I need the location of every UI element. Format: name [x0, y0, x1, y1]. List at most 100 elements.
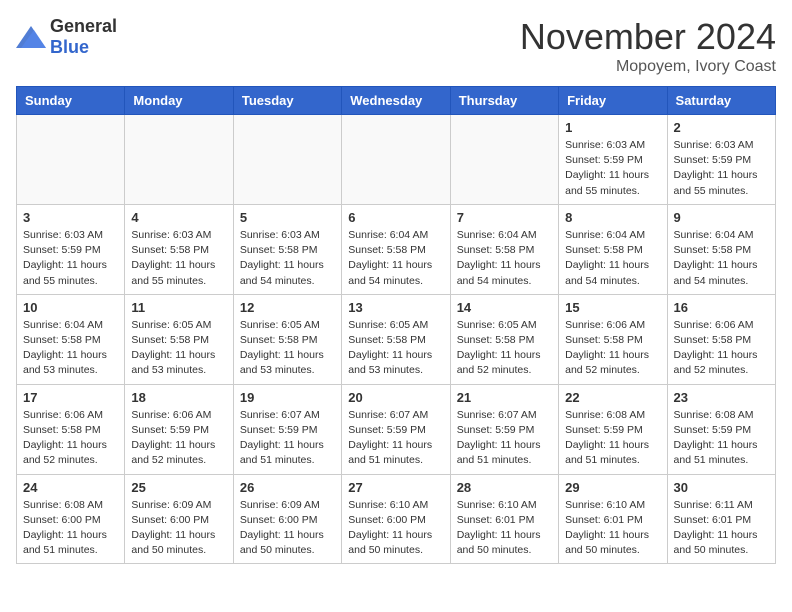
day-number: 23 — [674, 390, 769, 405]
day-number: 5 — [240, 210, 335, 225]
header-day-friday: Friday — [559, 87, 667, 115]
day-info: Sunrise: 6:04 AMSunset: 5:58 PMDaylight:… — [565, 228, 660, 289]
header-day-saturday: Saturday — [667, 87, 775, 115]
calendar-cell: 8 Sunrise: 6:04 AMSunset: 5:58 PMDaylight… — [559, 204, 667, 294]
calendar-cell: 28 Sunrise: 6:10 AMSunset: 6:01 PMDayligh… — [450, 474, 558, 564]
day-info: Sunrise: 6:07 AMSunset: 5:59 PMDaylight:… — [348, 408, 443, 469]
calendar-cell: 26Sunrise: 6:09 AMSunset: 6:00 PMDayligh… — [233, 474, 341, 564]
day-info: Sunrise: 6:07 AMSunset: 5:59 PMDaylight:… — [240, 408, 335, 469]
calendar-cell: 18 Sunrise: 6:06 AMSunset: 5:59 PMDayligh… — [125, 384, 233, 474]
day-info: Sunrise: 6:07 AMSunset: 5:59 PMDaylight:… — [457, 408, 552, 469]
week-row-4: 17Sunrise: 6:06 AMSunset: 5:58 PMDayligh… — [17, 384, 776, 474]
header-day-tuesday: Tuesday — [233, 87, 341, 115]
week-row-2: 3 Sunrise: 6:03 AMSunset: 5:59 PMDaylight… — [17, 204, 776, 294]
day-number: 14 — [457, 300, 552, 315]
day-info: Sunrise: 6:10 AMSunset: 6:01 PMDaylight:… — [565, 498, 660, 559]
calendar-cell — [17, 115, 125, 205]
day-info: Sunrise: 6:06 AMSunset: 5:59 PMDaylight:… — [131, 408, 226, 469]
day-number: 17 — [23, 390, 118, 405]
calendar-cell: 23 Sunrise: 6:08 AMSunset: 5:59 PMDayligh… — [667, 384, 775, 474]
week-row-1: 1 Sunrise: 6:03 AMSunset: 5:59 PMDaylight… — [17, 115, 776, 205]
day-info: Sunrise: 6:10 AMSunset: 6:00 PMDaylight:… — [348, 498, 443, 559]
day-info: Sunrise: 6:04 AMSunset: 5:58 PMDaylight:… — [348, 228, 443, 289]
day-info: Sunrise: 6:04 AMSunset: 5:58 PMDaylight:… — [674, 228, 769, 289]
day-number: 10 — [23, 300, 118, 315]
logo-general: General — [50, 16, 117, 36]
calendar-cell: 24 Sunrise: 6:08 AMSunset: 6:00 PMDayligh… — [17, 474, 125, 564]
logo-blue: Blue — [50, 37, 89, 57]
calendar-cell — [125, 115, 233, 205]
calendar-cell: 13Sunrise: 6:05 AMSunset: 5:58 PMDayligh… — [342, 294, 450, 384]
calendar-cell: 25 Sunrise: 6:09 AMSunset: 6:00 PMDayligh… — [125, 474, 233, 564]
day-number: 16 — [674, 300, 769, 315]
day-number: 24 — [23, 480, 118, 495]
day-info: Sunrise: 6:08 AMSunset: 5:59 PMDaylight:… — [674, 408, 769, 469]
day-number: 2 — [674, 120, 769, 135]
day-info: Sunrise: 6:05 AMSunset: 5:58 PMDaylight:… — [457, 318, 552, 379]
day-number: 20 — [348, 390, 443, 405]
day-number: 25 — [131, 480, 226, 495]
calendar-cell: 30 Sunrise: 6:11 AMSunset: 6:01 PMDayligh… — [667, 474, 775, 564]
calendar-cell: 19 Sunrise: 6:07 AMSunset: 5:59 PMDayligh… — [233, 384, 341, 474]
day-number: 9 — [674, 210, 769, 225]
day-number: 3 — [23, 210, 118, 225]
location-title: Mopoyem, Ivory Coast — [520, 58, 776, 76]
calendar-cell: 2Sunrise: 6:03 AMSunset: 5:59 PMDaylight… — [667, 115, 775, 205]
day-number: 29 — [565, 480, 660, 495]
calendar-cell — [342, 115, 450, 205]
week-row-5: 24 Sunrise: 6:08 AMSunset: 6:00 PMDayligh… — [17, 474, 776, 564]
logo-icon — [16, 26, 46, 48]
calendar-cell: 3 Sunrise: 6:03 AMSunset: 5:59 PMDaylight… — [17, 204, 125, 294]
day-number: 8 — [565, 210, 660, 225]
header-day-thursday: Thursday — [450, 87, 558, 115]
calendar-cell: 4 Sunrise: 6:03 AMSunset: 5:58 PMDaylight… — [125, 204, 233, 294]
day-info: Sunrise: 6:09 AMSunset: 6:00 PMDaylight:… — [131, 498, 226, 559]
day-number: 12 — [240, 300, 335, 315]
day-info: Sunrise: 6:05 AMSunset: 5:58 PMDaylight:… — [240, 318, 335, 379]
calendar-cell: 1 Sunrise: 6:03 AMSunset: 5:59 PMDaylight… — [559, 115, 667, 205]
day-number: 30 — [674, 480, 769, 495]
page-header: General Blue November 2024 Mopoyem, Ivor… — [16, 16, 776, 76]
day-info: Sunrise: 6:03 AMSunset: 5:59 PMDaylight:… — [565, 138, 660, 199]
calendar-cell: 22Sunrise: 6:08 AMSunset: 5:59 PMDayligh… — [559, 384, 667, 474]
day-number: 15 — [565, 300, 660, 315]
day-info: Sunrise: 6:03 AMSunset: 5:58 PMDaylight:… — [240, 228, 335, 289]
calendar-table: SundayMondayTuesdayWednesdayThursdayFrid… — [16, 86, 776, 564]
header-day-monday: Monday — [125, 87, 233, 115]
day-number: 28 — [457, 480, 552, 495]
header-row: SundayMondayTuesdayWednesdayThursdayFrid… — [17, 87, 776, 115]
calendar-cell: 14 Sunrise: 6:05 AMSunset: 5:58 PMDayligh… — [450, 294, 558, 384]
calendar-cell — [233, 115, 341, 205]
day-number: 21 — [457, 390, 552, 405]
day-info: Sunrise: 6:08 AMSunset: 6:00 PMDaylight:… — [23, 498, 118, 559]
logo: General Blue — [16, 16, 117, 58]
calendar-cell: 7 Sunrise: 6:04 AMSunset: 5:58 PMDaylight… — [450, 204, 558, 294]
day-info: Sunrise: 6:04 AMSunset: 5:58 PMDaylight:… — [457, 228, 552, 289]
day-number: 4 — [131, 210, 226, 225]
day-number: 19 — [240, 390, 335, 405]
calendar-cell: 6Sunrise: 6:04 AMSunset: 5:58 PMDaylight… — [342, 204, 450, 294]
calendar-cell: 9 Sunrise: 6:04 AMSunset: 5:58 PMDaylight… — [667, 204, 775, 294]
day-info: Sunrise: 6:11 AMSunset: 6:01 PMDaylight:… — [674, 498, 769, 559]
title-block: November 2024 Mopoyem, Ivory Coast — [520, 16, 776, 76]
calendar-cell: 16Sunrise: 6:06 AMSunset: 5:58 PMDayligh… — [667, 294, 775, 384]
calendar-cell: 11 Sunrise: 6:05 AMSunset: 5:58 PMDayligh… — [125, 294, 233, 384]
logo-text: General Blue — [50, 16, 117, 58]
day-info: Sunrise: 6:09 AMSunset: 6:00 PMDaylight:… — [240, 498, 335, 559]
day-number: 27 — [348, 480, 443, 495]
day-info: Sunrise: 6:06 AMSunset: 5:58 PMDaylight:… — [565, 318, 660, 379]
day-number: 1 — [565, 120, 660, 135]
calendar-cell: 20 Sunrise: 6:07 AMSunset: 5:59 PMDayligh… — [342, 384, 450, 474]
calendar-cell: 10 Sunrise: 6:04 AMSunset: 5:58 PMDayligh… — [17, 294, 125, 384]
day-number: 13 — [348, 300, 443, 315]
day-number: 11 — [131, 300, 226, 315]
day-info: Sunrise: 6:03 AMSunset: 5:58 PMDaylight:… — [131, 228, 226, 289]
day-number: 7 — [457, 210, 552, 225]
month-title: November 2024 — [520, 16, 776, 58]
day-info: Sunrise: 6:03 AMSunset: 5:59 PMDaylight:… — [23, 228, 118, 289]
day-info: Sunrise: 6:05 AMSunset: 5:58 PMDaylight:… — [131, 318, 226, 379]
day-info: Sunrise: 6:04 AMSunset: 5:58 PMDaylight:… — [23, 318, 118, 379]
calendar-cell: 15 Sunrise: 6:06 AMSunset: 5:58 PMDayligh… — [559, 294, 667, 384]
day-number: 18 — [131, 390, 226, 405]
day-info: Sunrise: 6:10 AMSunset: 6:01 PMDaylight:… — [457, 498, 552, 559]
